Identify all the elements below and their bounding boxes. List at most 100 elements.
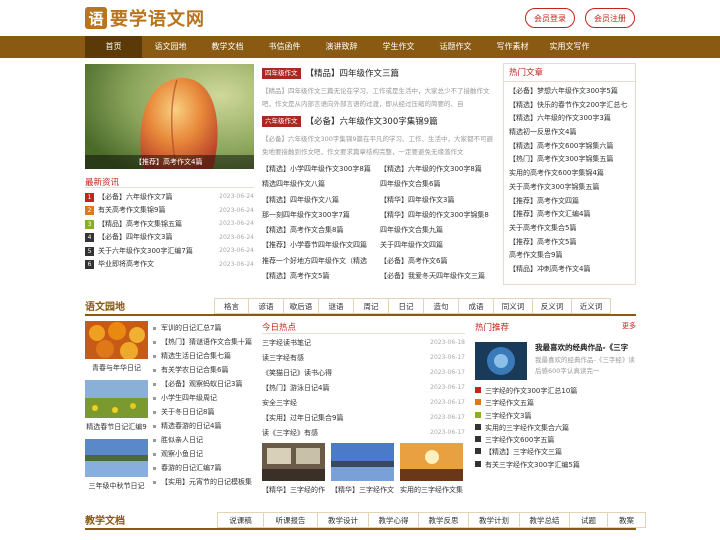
garden-diary-item[interactable]: 小学生四年级周记 (153, 391, 253, 405)
hot-article-link[interactable]: 精选初一反思作文4篇 (504, 126, 635, 140)
recommend-link[interactable]: 三字经作文600字五篇 (485, 436, 554, 444)
garden-tab[interactable]: 格言 (214, 298, 249, 314)
essay-link[interactable]: 精选四年级作文八篇 (262, 177, 380, 192)
recommend-item[interactable]: 实用的三字经作文集合六篇 (475, 422, 636, 434)
docs-tab[interactable]: 教学计划 (469, 512, 520, 528)
essay-link[interactable]: 【精选】六年级的作文300字8篇 (380, 162, 495, 177)
today-hot-link[interactable]: 《笑猫日记》读书心得 (262, 368, 332, 378)
nav-item-speeches[interactable]: 演讲致辞 (313, 36, 370, 58)
latest-news-item[interactable]: 1 【必备】六年级作文7篇 2023-06-24 (85, 190, 254, 204)
featured-tag[interactable]: 六年级作文 (262, 116, 301, 127)
carousel-banner[interactable]: 【推荐】高考作文4篇 (85, 64, 254, 169)
hot-article-link[interactable]: 关于高考作文300字锦集五篇 (504, 181, 635, 195)
docs-tab[interactable]: 试题 (570, 512, 608, 528)
essay-link[interactable]: 【精选】四年级作文八篇 (262, 193, 380, 208)
nav-item-writing-materials[interactable]: 写作素材 (484, 36, 541, 58)
today-hot-pic[interactable]: 【精华】三字经作文 (331, 443, 394, 497)
today-hot-item[interactable]: 【实用】过年日记集合9篇 2023-06-17 (262, 410, 465, 425)
essay-link[interactable]: 【精华】四年级的作文300字锦集8 (380, 208, 495, 223)
garden-tab[interactable]: 近义词 (572, 298, 611, 314)
today-hot-pic[interactable]: 【精华】三字经的作 (262, 443, 325, 497)
essay-link[interactable]: 四年级作文合集6篇 (380, 177, 495, 192)
nav-item-teaching-docs[interactable]: 教学文档 (199, 36, 256, 58)
garden-diary-item[interactable]: 观察小鱼日记 (153, 447, 253, 461)
garden-diary-item[interactable]: 【实用】元宵节的日记模板集 (153, 475, 253, 489)
garden-diary-link[interactable]: 军训的日记汇总7篇 (161, 324, 221, 332)
today-hot-link[interactable]: 读《三字经》有感 (262, 428, 318, 438)
essay-link[interactable]: 【精选】高考作文5篇 (262, 269, 380, 284)
docs-tab[interactable]: 教学反思 (419, 512, 469, 528)
recommend-item[interactable]: 有关三字经作文300字汇编5篇 (475, 459, 636, 471)
recommend-feature-title[interactable]: 我最喜欢的经典作品-《三字 (535, 342, 636, 353)
garden-diary-link[interactable]: 观察小鱼日记 (161, 450, 203, 458)
hot-article-link[interactable]: 关于高考作文集合5篇 (504, 222, 635, 236)
garden-tab[interactable]: 谚语 (249, 298, 284, 314)
essay-link[interactable]: 【推荐】小学春节四年级作文四篇 (262, 238, 380, 253)
nav-item-topic-essays[interactable]: 话题作文 (427, 36, 484, 58)
featured-tag[interactable]: 四年级作文 (262, 68, 301, 79)
register-button[interactable]: 会员注册 (585, 8, 635, 28)
hot-article-link[interactable]: 【精选】高考作文600字锦集六篇 (504, 140, 635, 154)
garden-diary-link[interactable]: 胜似亲人日记 (161, 436, 203, 444)
hot-article-link[interactable]: 【必备】梦想六年级作文300字5篇 (504, 85, 635, 99)
latest-news-item[interactable]: 6 毕业即将高考作文 2023-06-24 (85, 258, 254, 272)
garden-diary-link[interactable]: 有关学农日记合集6篇 (161, 366, 228, 374)
today-hot-pic[interactable]: 实用的三字经作文集 (400, 443, 463, 497)
garden-diary-item[interactable]: 精选生活日记合集七篇 (153, 349, 253, 363)
today-hot-item[interactable]: 【热门】游泳日记4篇 2023-06-17 (262, 380, 465, 395)
garden-diary-item[interactable]: 精选春游的日记4篇 (153, 419, 253, 433)
essay-link[interactable]: 【精华】四年级作文3篇 (380, 193, 495, 208)
garden-diary-link[interactable]: 【热门】猜谜语作文合集十篇 (161, 338, 252, 346)
hot-article-link[interactable]: 高考作文集合9篇 (504, 249, 635, 263)
recommend-item[interactable]: 三字经作文600字五篇 (475, 434, 636, 446)
recommend-link[interactable]: 三字经作文五篇 (485, 399, 534, 407)
garden-diary-item[interactable]: 军训的日记汇总7篇 (153, 321, 253, 335)
garden-diary-item[interactable]: 有关学农日记合集6篇 (153, 363, 253, 377)
featured-title[interactable]: 【精品】四年级作文三篇 (306, 69, 400, 79)
today-hot-link[interactable]: 【实用】过年日记集合9篇 (262, 413, 343, 423)
recommend-link[interactable]: 三字经的作文300字汇总10篇 (485, 387, 577, 395)
hot-article-link[interactable]: 【精选】六年级的作文300字3篇 (504, 112, 635, 126)
hot-article-link[interactable]: 【推荐】高考作文四篇 (504, 195, 635, 209)
recommend-item[interactable]: 三字经作文3篇 (475, 410, 636, 422)
essay-link[interactable]: 【必备】高考作文6篇 (380, 254, 495, 269)
docs-tab[interactable]: 教学心得 (369, 512, 419, 528)
garden-tab[interactable]: 谜语 (319, 298, 354, 314)
more-link[interactable]: 更多 (622, 321, 636, 334)
hot-article-link[interactable]: 【推荐】高考作文汇编4篇 (504, 208, 635, 222)
login-button[interactable]: 会员登录 (525, 8, 575, 28)
latest-news-link[interactable]: 毕业即将高考作文 (98, 260, 154, 268)
latest-news-item[interactable]: 5 关于六年级作文300字汇编7篇 2023-06-24 (85, 244, 254, 258)
latest-news-item[interactable]: 3 【精品】高考作文集锦五篇 2023-06-24 (85, 217, 254, 231)
latest-news-item[interactable]: 2 有关高考作文集锦9篇 2023-06-24 (85, 204, 254, 218)
recommend-image[interactable] (475, 342, 527, 380)
essay-link[interactable]: 【必备】我爱冬天四年级作文三篇 (380, 269, 495, 284)
today-hot-link[interactable]: 安全三字经 (262, 398, 297, 408)
docs-tab[interactable]: 教学设计 (318, 512, 369, 528)
garden-diary-link[interactable]: 精选春游的日记4篇 (161, 422, 221, 430)
nav-item-letters[interactable]: 书信函件 (256, 36, 313, 58)
garden-tab[interactable]: 同义词 (494, 298, 533, 314)
latest-news-link[interactable]: 有关高考作文集锦9篇 (98, 206, 165, 214)
garden-diary-link[interactable]: 【必备】观察蚂蚁日记3篇 (161, 380, 242, 388)
garden-diary-link[interactable]: 小学生四年级周记 (161, 394, 217, 402)
garden-tab[interactable]: 反义词 (533, 298, 572, 314)
hot-article-link[interactable]: 【推荐】高考作文5篇 (504, 236, 635, 250)
hot-article-link[interactable]: 【精品】冲刺高考作文4篇 (504, 263, 635, 277)
garden-diary-link[interactable]: 春游的日记汇编7篇 (161, 464, 221, 472)
recommend-item[interactable]: 三字经作文五篇 (475, 397, 636, 409)
latest-news-link[interactable]: 【必备】四年级作文3篇 (98, 233, 172, 241)
garden-diary-item[interactable]: 春游的日记汇编7篇 (153, 461, 253, 475)
essay-link[interactable]: 推荐一个好地方四年级作文（精选 (262, 254, 380, 269)
today-hot-item[interactable]: 读《三字经》有感 2023-06-17 (262, 425, 465, 440)
latest-news-link[interactable]: 关于六年级作文300字汇编7篇 (98, 247, 193, 255)
today-hot-item[interactable]: 安全三字经 2023-06-17 (262, 395, 465, 410)
hot-article-link[interactable]: 实用的高考作文600字集锦4篇 (504, 167, 635, 181)
garden-tab[interactable]: 成语 (459, 298, 494, 314)
latest-news-item[interactable]: 4 【必备】四年级作文3篇 2023-06-24 (85, 231, 254, 245)
recommend-link[interactable]: 有关三字经作文300字汇编5篇 (485, 461, 580, 469)
garden-diary-item[interactable]: 关于冬日日记8篇 (153, 405, 253, 419)
essay-link[interactable]: 那一刻四年级作文300字7篇 (262, 208, 380, 223)
garden-diary-link[interactable]: 关于冬日日记8篇 (161, 408, 214, 416)
nav-item-home[interactable]: 首页 (85, 36, 142, 58)
